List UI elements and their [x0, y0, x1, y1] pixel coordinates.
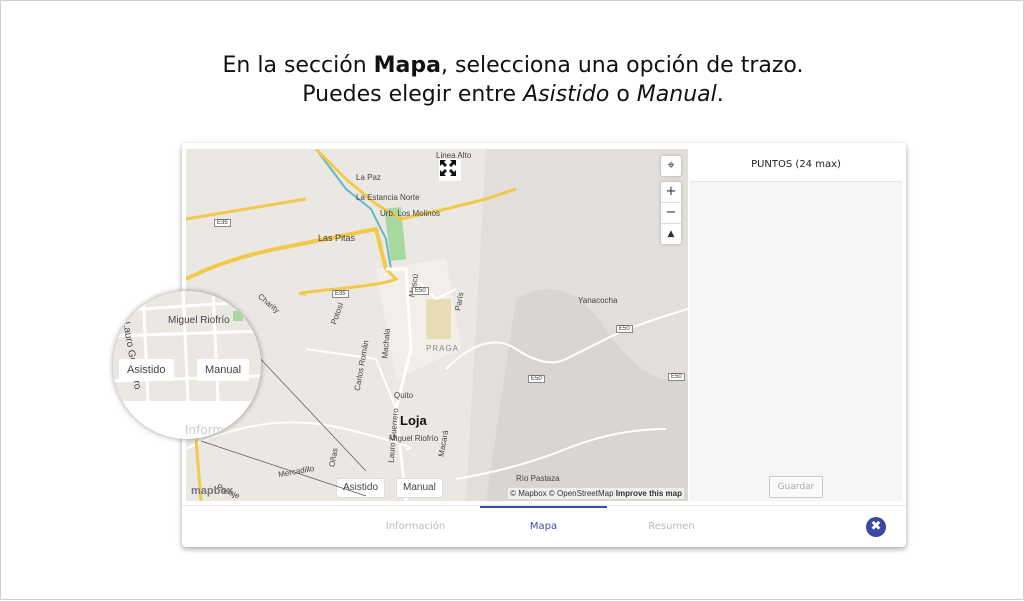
- points-panel: PUNTOS (24 max) Guardar: [690, 149, 902, 501]
- points-panel-title: PUNTOS (24 max): [690, 149, 902, 182]
- save-button[interactable]: Guardar: [769, 476, 823, 498]
- tab-bar: Información Mapa Resumen ✖: [182, 505, 906, 547]
- road-shield-e50-south: E50: [528, 375, 545, 383]
- place-loja: Loja: [400, 413, 427, 428]
- place-las-pitas: Las Pitas: [318, 233, 356, 243]
- road-shield-e35-west: E35: [214, 219, 231, 227]
- close-icon[interactable]: ✖: [866, 517, 886, 537]
- tab-mapa[interactable]: Mapa: [480, 506, 607, 547]
- navigation-control: + − ▲: [660, 181, 682, 245]
- map-attribution: © Mapbox © OpenStreetMap Improve this ma…: [508, 488, 684, 499]
- attribution-osm-link[interactable]: © OpenStreetMap: [549, 489, 614, 498]
- place-urb-molinos: Urb. Los Molinos: [380, 209, 441, 218]
- magnified-map: Miguel Riofrío Lauro Guerrero: [113, 291, 261, 402]
- road-shield-e50-center: E50: [412, 287, 429, 295]
- geolocate-control[interactable]: ⌖: [660, 155, 682, 177]
- improve-map-link[interactable]: Improve this map: [616, 489, 682, 498]
- fullscreen-button[interactable]: [439, 159, 461, 181]
- place-la-paz: La Paz: [356, 173, 381, 182]
- magnified-manual-button: Manual: [197, 359, 250, 381]
- compass-icon[interactable]: ▲: [661, 224, 681, 244]
- zoom-in-button[interactable]: +: [661, 182, 681, 203]
- instruction-text: En la sección Mapa, selecciona una opció…: [1, 51, 1024, 109]
- expand-arrows-icon: [440, 160, 456, 176]
- assisted-mode-button[interactable]: Asistido: [336, 478, 386, 498]
- zoom-out-button[interactable]: −: [661, 203, 681, 224]
- attribution-mapbox-link[interactable]: © Mapbox: [510, 489, 547, 498]
- road-shield-e35-center: E35: [332, 290, 349, 298]
- place-quito: Quito: [394, 391, 414, 400]
- place-rio-pastaza: Río Pastaza: [516, 474, 560, 483]
- map-view[interactable]: Linea Alto La Paz La Estancia Norte Urb.…: [186, 149, 688, 501]
- tab-informacion[interactable]: Información: [352, 506, 479, 547]
- instruction-line-2: Puedes elegir entre Asistido o Manual.: [302, 82, 724, 107]
- instruction-line-1: En la sección Mapa, selecciona una opció…: [222, 53, 804, 78]
- magnified-assisted-button: Asistido: [119, 359, 174, 381]
- place-yanacocha: Yanacocha: [578, 296, 618, 305]
- route-editor-card: Linea Alto La Paz La Estancia Norte Urb.…: [182, 143, 906, 547]
- magnified-info-tab: Información: [185, 423, 257, 437]
- magnified-street-miguel-riofrio: Miguel Riofrío: [168, 315, 230, 326]
- place-praga: PRAGA: [426, 344, 460, 353]
- place-la-estancia: La Estancia Norte: [356, 193, 420, 202]
- road-shield-e50-east: E50: [616, 325, 633, 333]
- magnifier-callout: Miguel Riofrío Lauro Guerrero Asistido M…: [113, 291, 261, 439]
- crosshair-icon[interactable]: ⌖: [661, 156, 681, 176]
- mapbox-logo: mapbox: [191, 485, 234, 497]
- manual-mode-button[interactable]: Manual: [396, 478, 443, 498]
- road-shield-e50-far-east: E50: [668, 373, 685, 381]
- tab-resumen[interactable]: Resumen: [608, 506, 735, 547]
